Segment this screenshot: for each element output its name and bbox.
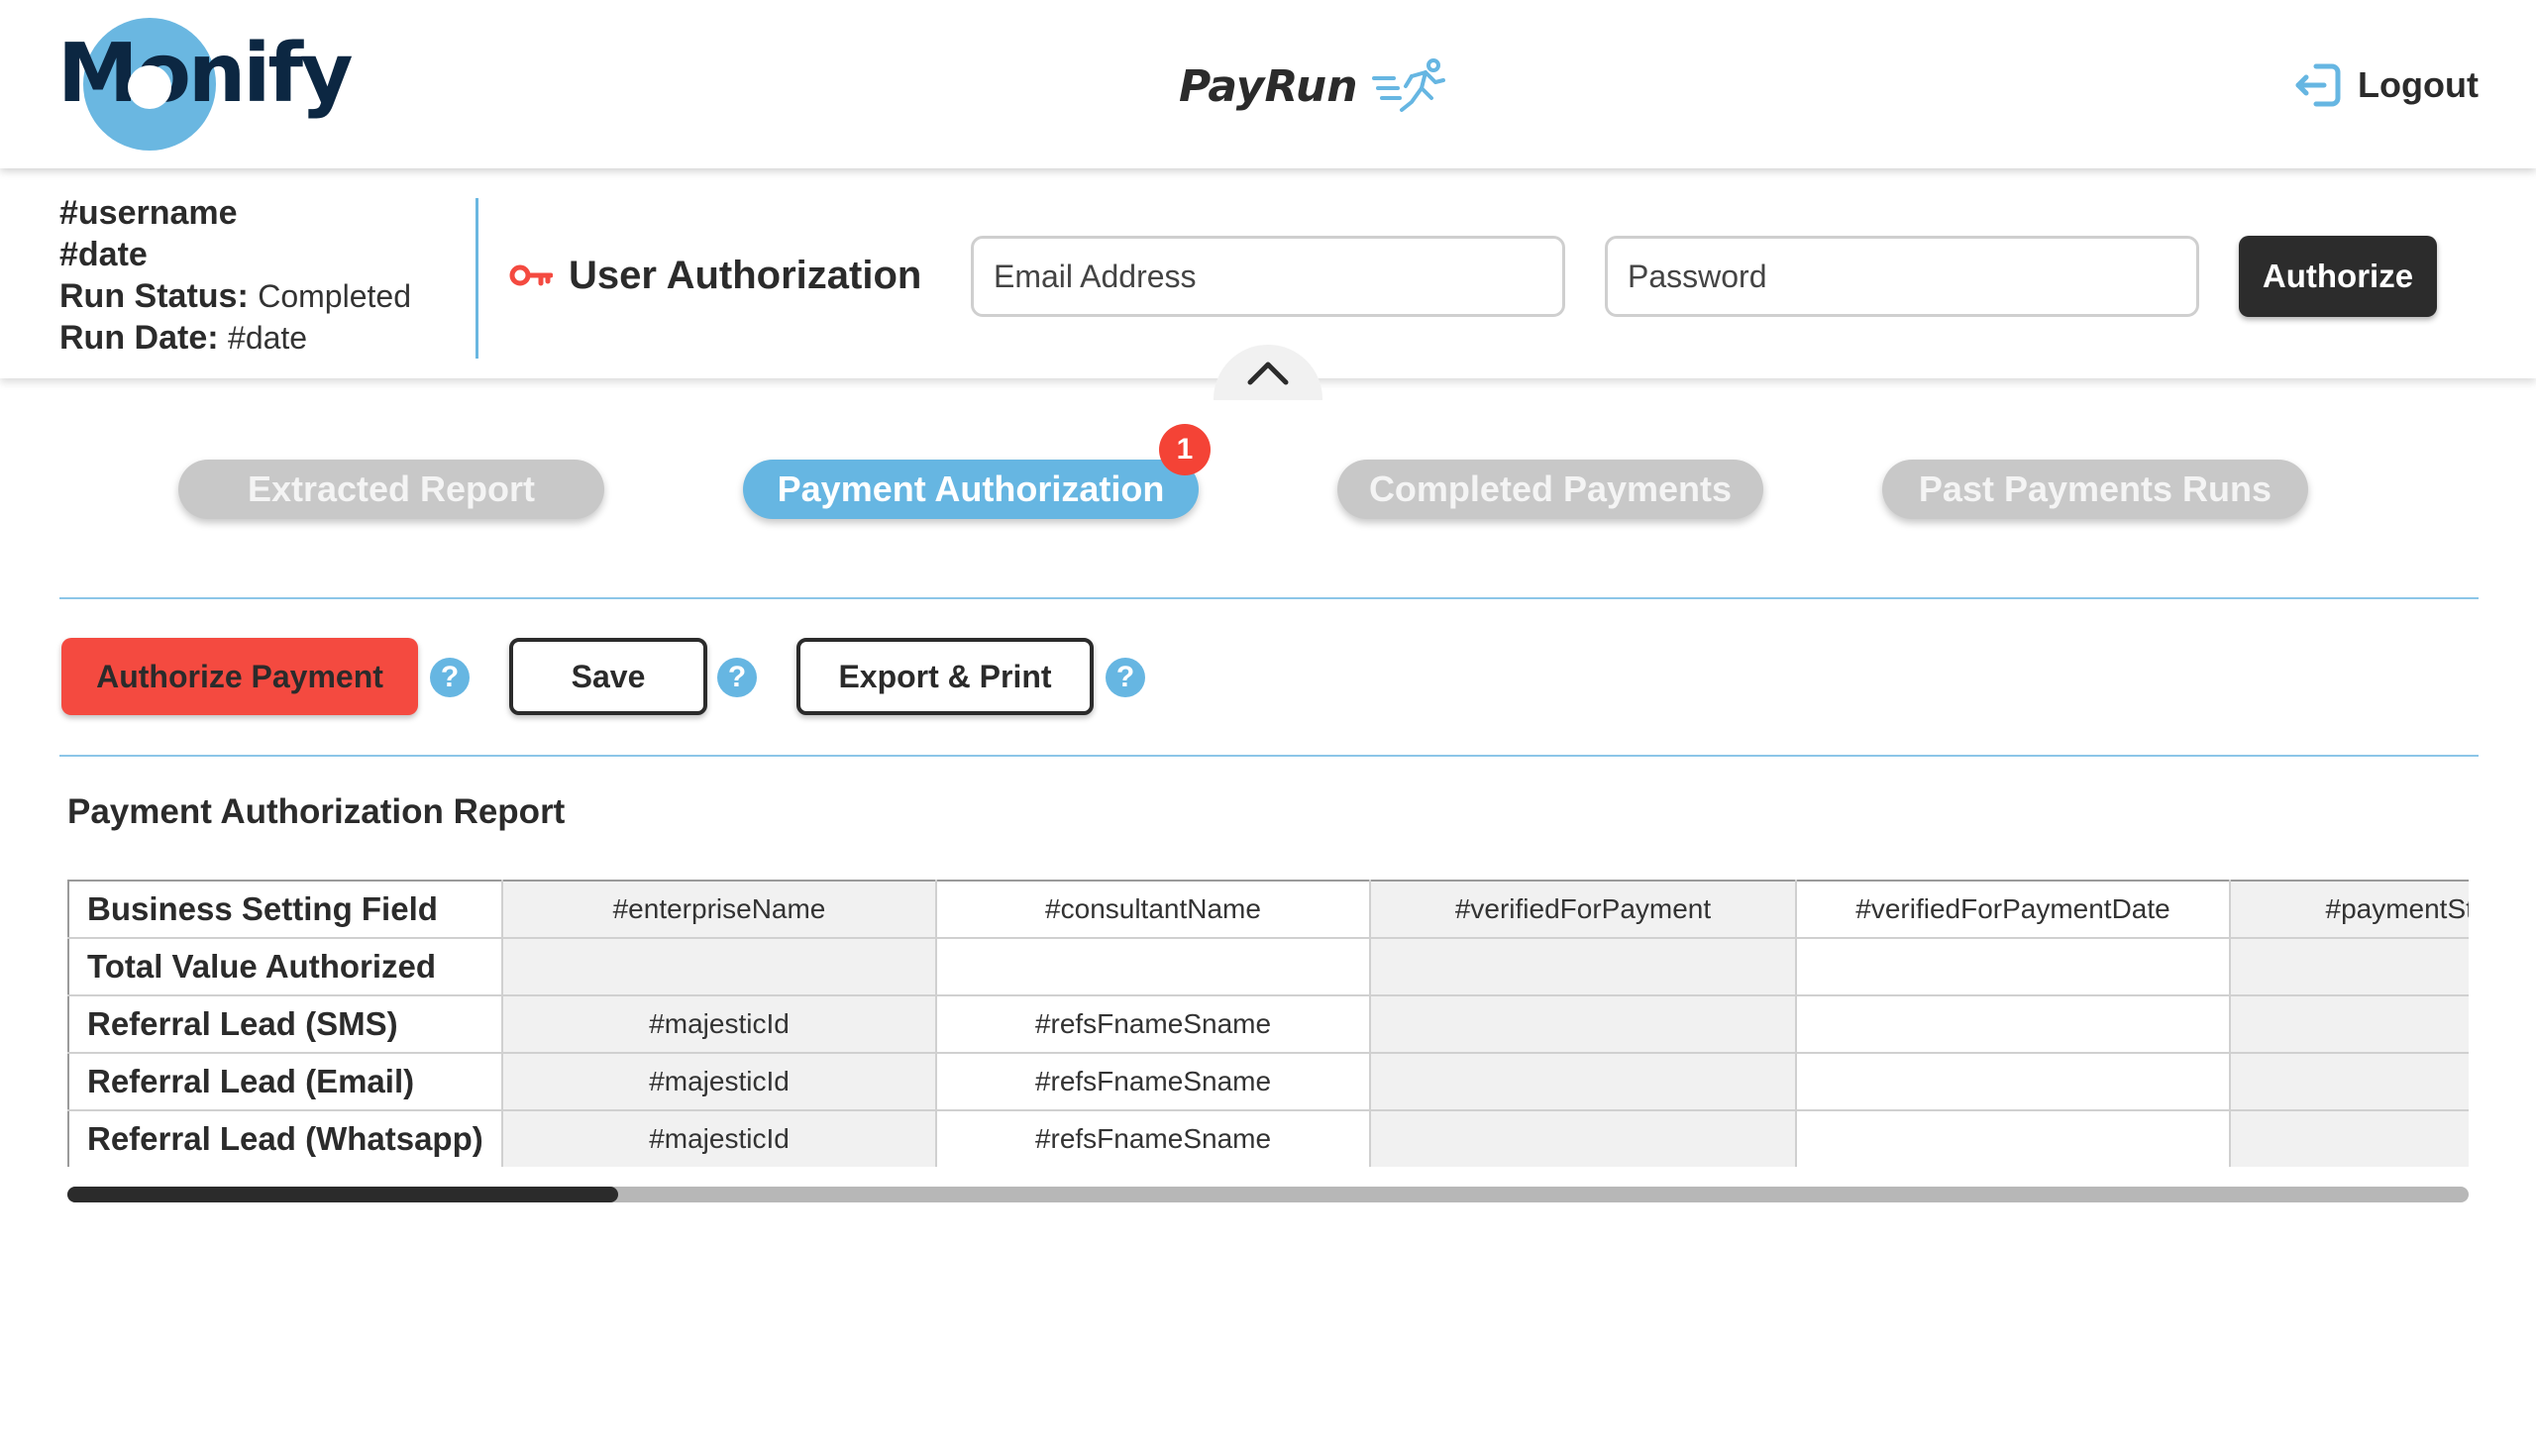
- table-cell: #refsFnameSname: [935, 994, 1371, 1054]
- help-icon-authorize-payment[interactable]: ?: [430, 658, 470, 697]
- info-divider: [476, 198, 478, 359]
- table-cell: #consultantName: [935, 880, 1371, 939]
- user-authorization-label: User Authorization: [569, 253, 922, 297]
- table-row: Business Setting Field #enterpriseName #co…: [67, 880, 2469, 939]
- row-header: Business Setting Field: [67, 880, 503, 939]
- app-brand: PayRun: [1179, 52, 1447, 121]
- email-field[interactable]: [971, 236, 1565, 317]
- collapse-toggle[interactable]: [1214, 345, 1322, 400]
- run-status-line: Run Status: Completed: [59, 275, 411, 317]
- table-cell: [501, 937, 937, 996]
- logo-o-dot: [128, 65, 171, 109]
- save-button[interactable]: Save: [509, 638, 707, 715]
- report-table-scroll[interactable]: Business Setting Field #enterpriseName #co…: [67, 880, 2469, 1167]
- user-authorization-heading: User Authorization: [509, 246, 921, 305]
- table-row: Total Value Authorized: [67, 937, 2469, 996]
- help-icon-export-print[interactable]: ?: [1106, 658, 1145, 697]
- chevron-up-icon: [1247, 362, 1289, 385]
- tab-past-payments-runs[interactable]: Past Payments Runs: [1882, 460, 2308, 519]
- table-row: Referral Lead (Whatsapp) #majesticId #refs…: [67, 1109, 2469, 1167]
- logout-arrow-icon: [2295, 63, 2341, 107]
- export-print-button[interactable]: Export & Print: [796, 638, 1094, 715]
- table-cell: [1795, 937, 2231, 996]
- help-icon-save[interactable]: ?: [717, 658, 757, 697]
- run-status-value: Completed: [258, 278, 411, 314]
- table-cell: #refsFnameSname: [935, 1052, 1371, 1111]
- run-date-line: Run Date: #date: [59, 317, 411, 359]
- table-cell: #majesticId: [501, 994, 937, 1054]
- table-cell: [935, 937, 1371, 996]
- table-cell: [1795, 1052, 2231, 1111]
- table-row: Referral Lead (SMS) #majesticId #refsFname…: [67, 994, 2469, 1054]
- tab-extracted-report[interactable]: Extracted Report: [178, 460, 604, 519]
- section-divider-top: [59, 597, 2479, 599]
- monify-logo[interactable]: Monify: [57, 18, 354, 152]
- run-date-label: Run Date:: [59, 319, 219, 357]
- run-date-heading: #date: [59, 236, 148, 273]
- row-header: Total Value Authorized: [67, 937, 503, 996]
- table-cell: #verifiedForPayment: [1369, 880, 1797, 939]
- table-cell: #verifiedForPaymentDate: [1795, 880, 2231, 939]
- tab-completed-payments[interactable]: Completed Payments: [1337, 460, 1763, 519]
- notification-badge: 1: [1159, 424, 1211, 475]
- table-cell: [2229, 1109, 2469, 1167]
- row-header: Referral Lead (SMS): [67, 994, 503, 1054]
- password-field[interactable]: [1605, 236, 2199, 317]
- payrun-app: Monify PayRun Logout #username #date Run…: [0, 0, 2536, 1456]
- brand-name: PayRun: [1179, 60, 1358, 112]
- table-cell: #majesticId: [501, 1109, 937, 1167]
- section-divider-bottom: [59, 755, 2479, 757]
- logo-text: Monify: [57, 27, 354, 121]
- key-icon: [509, 264, 553, 286]
- run-info: #username #date Run Status: Completed Ru…: [59, 192, 411, 359]
- table-cell: #paymentSta: [2229, 880, 2469, 939]
- run-username: #username: [59, 194, 238, 232]
- table-cell: [1795, 1109, 2231, 1167]
- table-cell: [1369, 1109, 1797, 1167]
- running-person-icon: [1371, 58, 1445, 112]
- table-cell: #refsFnameSname: [935, 1109, 1371, 1167]
- table-cell: [2229, 1052, 2469, 1111]
- table-cell: [1369, 994, 1797, 1054]
- table-cell: [1369, 937, 1797, 996]
- row-header: Referral Lead (Email): [67, 1052, 503, 1111]
- logout-label: Logout: [2358, 64, 2479, 105]
- run-info-bar: #username #date Run Status: Completed Ru…: [0, 168, 2536, 400]
- table-cell: [2229, 937, 2469, 996]
- top-header: Monify PayRun Logout: [0, 0, 2536, 168]
- tab-payment-authorization[interactable]: Payment Authorization: [743, 460, 1199, 519]
- logout-button[interactable]: Logout: [2292, 55, 2479, 115]
- run-status-label: Run Status:: [59, 277, 249, 315]
- payment-authorization-table: Business Setting Field #enterpriseName #co…: [67, 880, 2469, 1167]
- table-cell: #majesticId: [501, 1052, 937, 1111]
- table-cell: [2229, 994, 2469, 1054]
- table-row: Referral Lead (Email) #majesticId #refsFna…: [67, 1052, 2469, 1111]
- report-title: Payment Authorization Report: [67, 792, 566, 831]
- scrollbar-thumb[interactable]: [67, 1187, 618, 1202]
- authorize-payment-button[interactable]: Authorize Payment: [61, 638, 418, 715]
- table-cell: #enterpriseName: [501, 880, 937, 939]
- run-date-value: #date: [228, 320, 308, 356]
- authorize-button[interactable]: Authorize: [2239, 236, 2437, 317]
- table-cell: [1795, 994, 2231, 1054]
- horizontal-scrollbar[interactable]: [67, 1187, 2469, 1202]
- table-cell: [1369, 1052, 1797, 1111]
- row-header: Referral Lead (Whatsapp): [67, 1109, 503, 1167]
